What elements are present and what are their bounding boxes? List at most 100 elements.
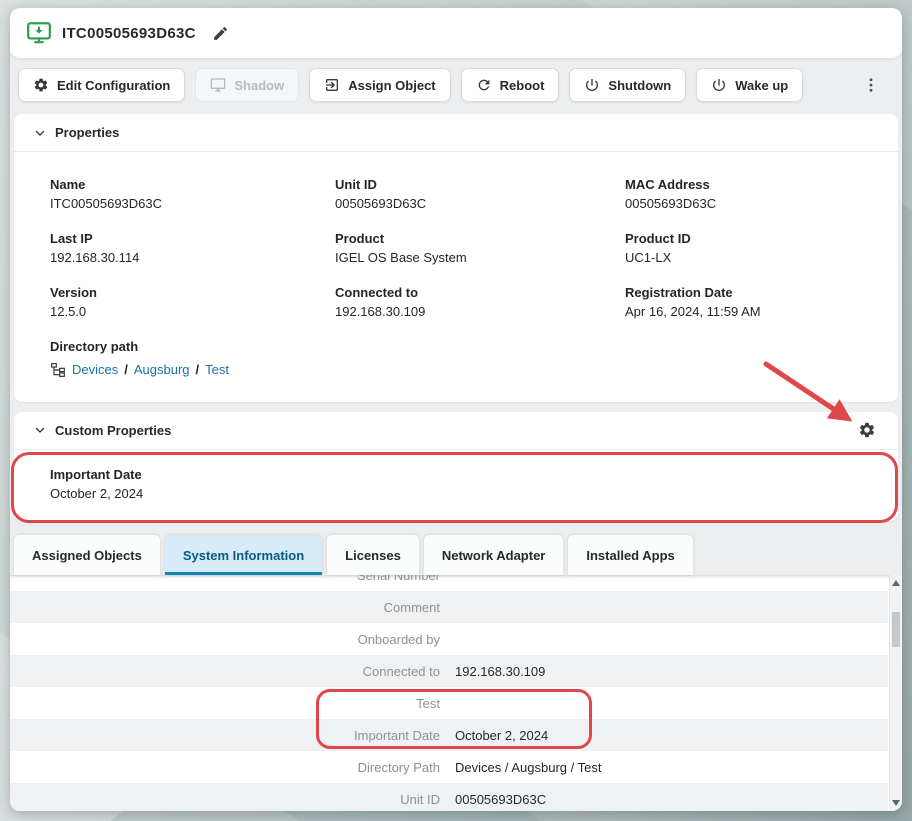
property-field: Product ID UC1-LX [625,232,878,266]
table-row: Serial Number [10,575,888,591]
breadcrumb: Devices / Augsburg / Test [50,362,878,378]
scrollbar-thumb[interactable] [892,612,900,647]
field-value: 00505693D63C [625,197,878,212]
section-title: Properties [55,125,119,140]
button-label: Edit Configuration [57,78,170,93]
field-label: Connected to [335,286,625,301]
directory-path-field: Directory path Devices / Augsburg / [50,340,878,378]
table-row: Directory Path Devices / Augsburg / Test [10,751,888,783]
page-title: ITC00505693D63C [62,25,196,42]
row-label: Directory Path [10,760,440,775]
properties-header[interactable]: Properties [14,114,898,152]
power-icon [711,77,727,93]
system-information-table: Serial Number Comment Onboarded by Conne… [10,575,902,811]
row-value: 00505693D63C [455,792,546,807]
table-rows: Serial Number Comment Onboarded by Conne… [10,575,902,811]
field-label: Registration Date [625,286,878,301]
table-row: Test [10,687,888,719]
assign-object-button[interactable]: Assign Object [309,68,450,102]
tab-licenses[interactable]: Licenses [327,535,419,575]
button-label: Shadow [234,78,284,93]
row-label: Test [10,696,440,711]
shadow-button: Shadow [195,68,299,102]
property-field: Product IGEL OS Base System [335,232,625,266]
shutdown-button[interactable]: Shutdown [569,68,686,102]
field-label: Version [50,286,335,301]
edit-configuration-button[interactable]: Edit Configuration [18,68,185,102]
property-field: Version 12.5.0 [50,286,335,320]
field-label: MAC Address [625,178,878,193]
vertical-scrollbar[interactable] [889,575,902,811]
tab-bar: Assigned Objects System Information Lice… [10,535,902,575]
custom-properties-body: Important Date October 2, 2024 [14,450,898,522]
power-icon [584,77,600,93]
monitor-icon [210,77,226,93]
field-value: ITC00505693D63C [50,197,335,212]
field-value: UC1-LX [625,251,878,266]
field-label: Unit ID [335,178,625,193]
field-label: Last IP [50,232,335,247]
field-value: 00505693D63C [335,197,625,212]
property-field: Last IP 192.168.30.114 [50,232,335,266]
scroll-down-arrow-icon[interactable] [892,800,900,806]
reboot-icon [476,77,492,93]
directory-tree-icon [50,362,66,378]
tab-installed-apps[interactable]: Installed Apps [568,535,692,575]
row-label: Onboarded by [10,632,440,647]
button-label: Reboot [500,78,545,93]
row-label: Unit ID [10,792,440,807]
property-field: Unit ID 00505693D63C [335,178,625,212]
row-value: October 2, 2024 [455,728,548,743]
row-value: Devices / Augsburg / Test [455,760,601,775]
wake-up-button[interactable]: Wake up [696,68,803,102]
scroll-up-arrow-icon[interactable] [892,580,900,586]
button-label: Wake up [735,78,788,93]
tab-assigned-objects[interactable]: Assigned Objects [14,535,160,575]
title-bar: ITC00505693D63C [10,8,902,58]
field-label: Name [50,178,335,193]
button-label: Assign Object [348,78,435,93]
property-field: Name ITC00505693D63C [50,178,335,212]
table-row: Comment [10,591,888,623]
row-label: Connected to [10,664,440,679]
properties-body: Name ITC00505693D63C Unit ID 00505693D63… [14,152,898,402]
table-row: Important Date October 2, 2024 [10,719,888,751]
field-value: IGEL OS Base System [335,251,625,266]
device-icon [26,20,52,46]
custom-properties-section: Custom Properties Important Date October… [14,412,898,522]
button-label: Shutdown [608,78,671,93]
property-field: Connected to 192.168.30.109 [335,286,625,320]
field-label: Product [335,232,625,247]
breadcrumb-link-devices[interactable]: Devices [72,362,118,377]
table-row: Unit ID 00505693D63C [10,783,888,811]
breadcrumb-link-test[interactable]: Test [205,362,229,377]
breadcrumb-link-augsburg[interactable]: Augsburg [134,362,190,377]
field-label: Important Date [50,468,878,483]
reboot-button[interactable]: Reboot [461,68,560,102]
custom-properties-header[interactable]: Custom Properties [14,412,898,450]
field-label: Product ID [625,232,878,247]
field-value: 12.5.0 [50,305,335,320]
row-label: Comment [10,600,440,615]
gear-icon [858,421,876,439]
pencil-icon [212,25,229,42]
gear-icon [33,77,49,93]
more-actions-button[interactable] [858,72,884,98]
breadcrumb-separator: / [196,362,200,377]
custom-properties-settings-button[interactable] [856,419,878,441]
table-row: Connected to 192.168.30.109 [10,655,888,687]
field-value: October 2, 2024 [50,487,878,502]
tab-network-adapter[interactable]: Network Adapter [424,535,564,575]
device-detail-panel: ITC00505693D63C Edit Configuration Shado… [10,8,902,811]
chevron-down-icon [34,127,46,139]
row-label: Serial Number [10,575,440,583]
row-label: Important Date [10,728,440,743]
property-field: MAC Address 00505693D63C [625,178,878,212]
field-label: Directory path [50,340,878,355]
field-value: 192.168.30.109 [335,305,625,320]
section-title: Custom Properties [55,423,171,438]
edit-name-button[interactable] [212,25,229,42]
tab-system-information[interactable]: System Information [165,535,322,575]
row-value: 192.168.30.109 [455,664,545,679]
assign-arrow-icon [324,77,340,93]
